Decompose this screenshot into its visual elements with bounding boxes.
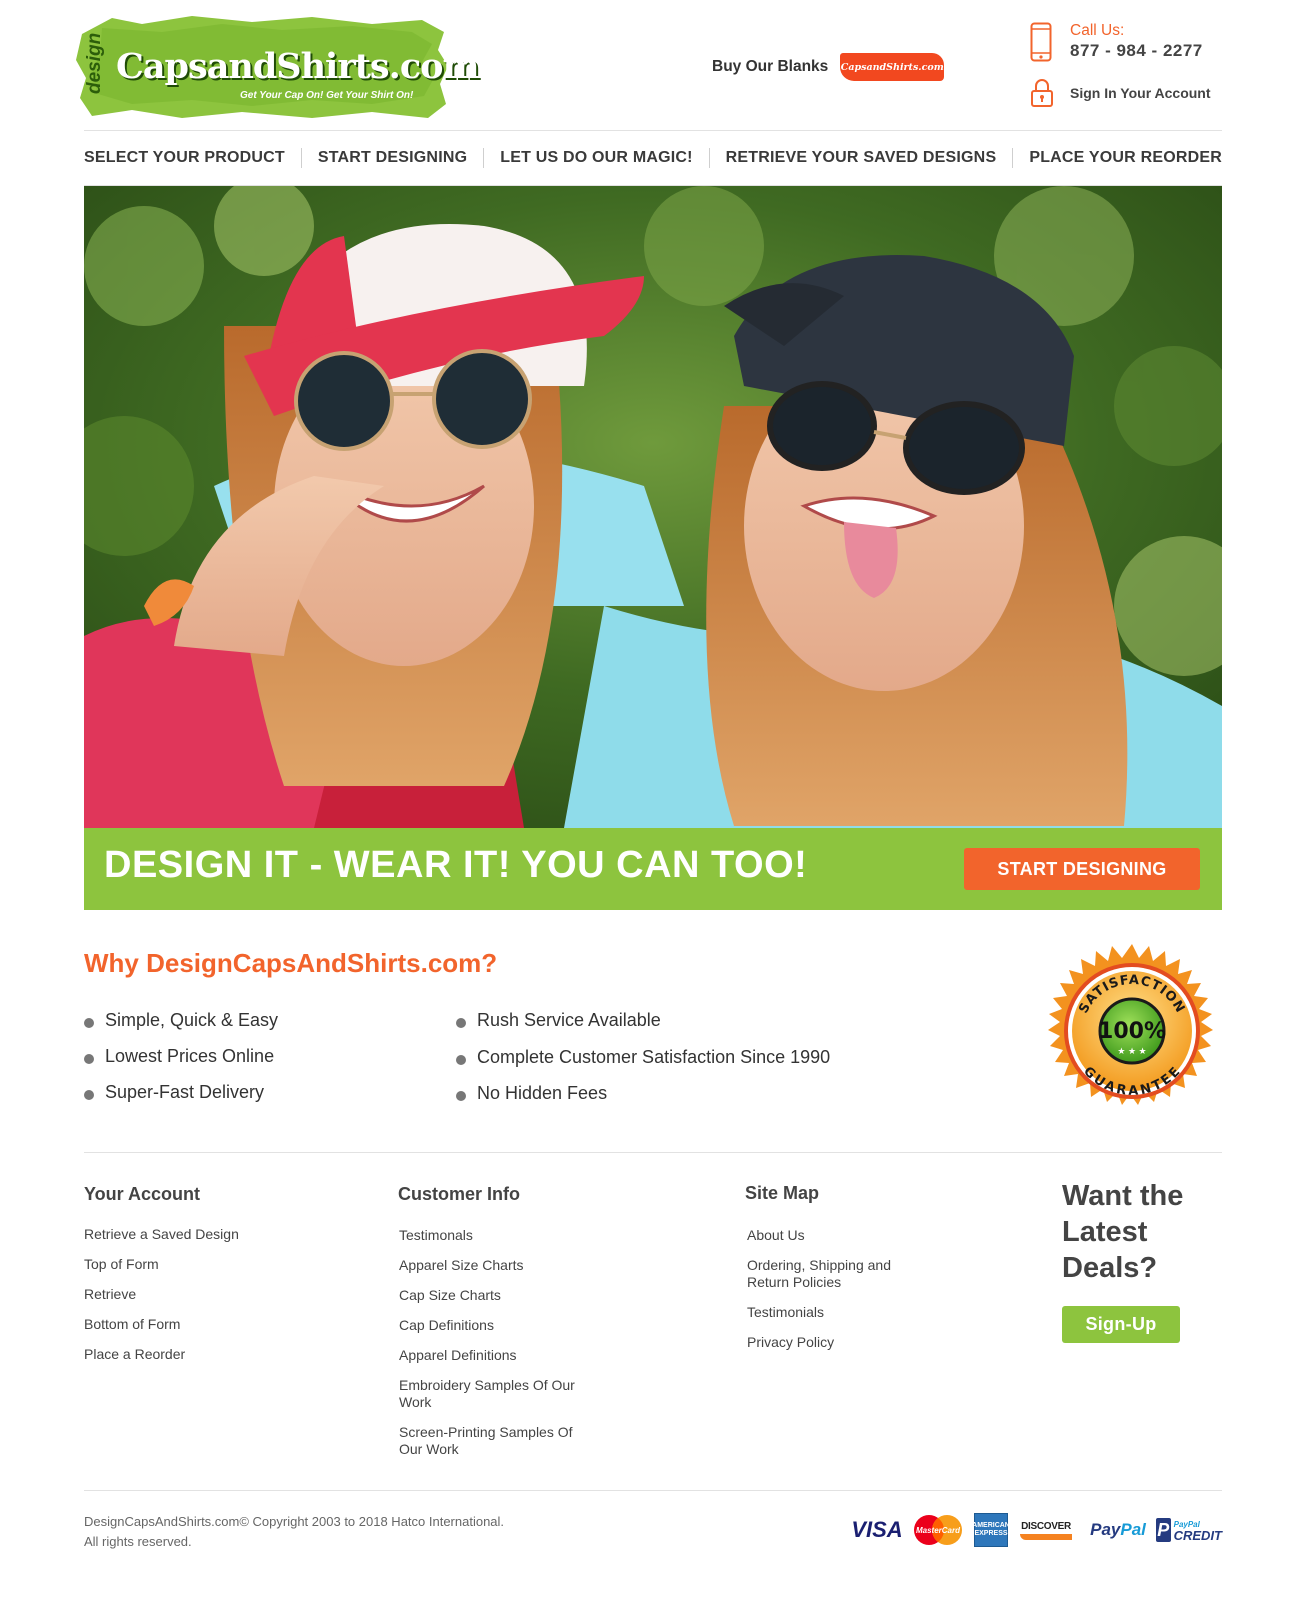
footer-link-ordering-policies[interactable]: Ordering, Shipping and Return Policies [747, 1257, 917, 1291]
satisfaction-guarantee-seal: SATISFACTION GUARANTEE 100% ★ ★ ★ [1040, 942, 1224, 1120]
nav-do-our-magic[interactable]: LET US DO OUR MAGIC! [500, 149, 692, 167]
paypal-text-a: Pay [1090, 1520, 1121, 1539]
why-title: Why DesignCapsAndShirts.com? [84, 948, 498, 978]
footer-link-apparel-definitions[interactable]: Apparel Definitions [399, 1347, 517, 1364]
call-us-label: Call Us: [1070, 22, 1125, 39]
customer-info-heading: Customer Info [398, 1184, 521, 1204]
footer-link-place-reorder[interactable]: Place a Reorder [84, 1346, 185, 1363]
footer-link-top-of-form[interactable]: Top of Form [84, 1256, 159, 1273]
feature-text: Simple, Quick & Easy [105, 1010, 279, 1030]
visa-icon: VISA [851, 1517, 903, 1542]
nav-start-designing[interactable]: START DESIGNING [318, 149, 467, 167]
bullet-icon [456, 1055, 466, 1065]
paypal-p-icon: P [1156, 1518, 1171, 1542]
hero-photo-two-girls-in-caps [84, 186, 1222, 828]
sign-in-link[interactable]: Sign In Your Account [1030, 78, 1230, 108]
copyright-line: DesignCapsAndShirts.com© Copyright 2003 … [84, 1514, 505, 1529]
main-nav: SELECT YOUR PRODUCT START DESIGNING LET … [84, 130, 1222, 186]
mastercard-icon: MasterCard [912, 1512, 964, 1548]
nav-divider [708, 148, 710, 168]
nav-divider [483, 148, 485, 168]
bullet-icon [84, 1018, 94, 1028]
footer-link-testimonials[interactable]: Testimonials [747, 1304, 824, 1321]
logo-tagline: Get Your Cap On! Get Your Shirt On! [240, 90, 414, 101]
paypal-icon: Pay Pal [1086, 1512, 1150, 1548]
site-logo[interactable]: design CapsandShirts.com Get Your Cap On… [72, 14, 480, 120]
footer-link-bottom-of-form[interactable]: Bottom of Form [84, 1316, 180, 1333]
seal-center-text: 100% [1098, 1019, 1166, 1044]
phone-icon [1030, 22, 1052, 62]
site-header: design CapsandShirts.com Get Your Cap On… [0, 0, 1300, 130]
section-divider [84, 1490, 1222, 1491]
feature-text: Super-Fast Delivery [105, 1082, 265, 1102]
guarantee-seal-icon: SATISFACTION GUARANTEE 100% ★ ★ ★ [1048, 944, 1213, 1105]
feature-text: No Hidden Fees [477, 1083, 608, 1103]
blanks-site-logo[interactable]: CapsandShirts.com [840, 53, 945, 81]
your-account-heading: Your Account [84, 1184, 200, 1204]
lock-icon [1031, 79, 1053, 107]
footer-link-about-us[interactable]: About Us [747, 1227, 805, 1244]
bullet-icon [84, 1090, 94, 1100]
amex-text: AMERICAN EXPRESS [972, 1522, 1010, 1537]
nav-place-reorder[interactable]: PLACE YOUR REORDER [1029, 149, 1222, 167]
sign-up-button[interactable]: Sign-Up [1062, 1306, 1180, 1343]
logo-prefix: design [84, 32, 105, 94]
footer-link-retrieve-saved-design[interactable]: Retrieve a Saved Design [84, 1226, 239, 1243]
footer-link-privacy-policy[interactable]: Privacy Policy [747, 1334, 834, 1351]
footer-link-testimonals[interactable]: Testimonals [399, 1227, 473, 1244]
phone-number[interactable]: 877 - 984 - 2277 [1070, 41, 1203, 61]
amex-icon: AMERICAN EXPRESS [972, 1513, 1010, 1547]
sign-in-label: Sign In Your Account [1070, 85, 1211, 101]
hero-headline: DESIGN IT - WEAR IT! YOU CAN TOO! [104, 844, 808, 886]
call-us[interactable]: Call Us: 877 - 984 - 2277 [1030, 20, 1230, 64]
footer-link-cap-size-charts[interactable]: Cap Size Charts [399, 1287, 501, 1304]
section-divider [84, 1152, 1222, 1153]
buy-blanks-link[interactable]: Buy Our Blanks CapsandShirts.com [712, 52, 945, 82]
paypal-credit-icon: P PayPal CREDIT [1156, 1512, 1222, 1548]
discover-icon: DISCOVER [1016, 1512, 1076, 1548]
discover-stripe [1020, 1533, 1072, 1540]
footer-link-retrieve[interactable]: Retrieve [84, 1286, 136, 1303]
feature-text: Complete Customer Satisfaction Since 199… [477, 1047, 831, 1067]
bullet-icon [84, 1054, 94, 1064]
discover-text: DISCOVER [1021, 1520, 1071, 1532]
feature-text: Lowest Prices Online [105, 1046, 275, 1066]
hero-banner: DESIGN IT - WEAR IT! YOU CAN TOO! START … [84, 828, 1222, 910]
footer-link-embroidery-samples[interactable]: Embroidery Samples Of Our Work [399, 1377, 579, 1411]
nav-select-product[interactable]: SELECT YOUR PRODUCT [84, 149, 285, 167]
site-map-heading: Site Map [745, 1183, 820, 1203]
bullet-icon [456, 1018, 466, 1028]
footer-link-apparel-size-charts[interactable]: Apparel Size Charts [399, 1257, 524, 1274]
copyright-line: All rights reserved. [84, 1534, 192, 1549]
logo-name: CapsandShirts.com [116, 46, 480, 87]
nav-retrieve-saved-designs[interactable]: RETRIEVE YOUR SAVED DESIGNS [726, 149, 997, 167]
hero-image [84, 186, 1222, 828]
buy-blanks-label: Buy Our Blanks [712, 58, 829, 75]
paypal-credit-text-b: CREDIT [1173, 1528, 1222, 1543]
nav-divider [300, 148, 302, 168]
bullet-icon [456, 1091, 466, 1101]
copyright: DesignCapsAndShirts.com© Copyright 2003 … [84, 1512, 604, 1552]
footer-link-cap-definitions[interactable]: Cap Definitions [399, 1317, 494, 1334]
seal-stars-icon: ★ ★ ★ [1117, 1046, 1146, 1056]
deals-heading: Want the Latest Deals? [1062, 1180, 1184, 1284]
start-designing-button[interactable]: START DESIGNING [964, 848, 1200, 890]
paypal-text-b: Pal [1120, 1520, 1146, 1539]
nav-divider [1012, 148, 1014, 168]
mastercard-text: MasterCard [916, 1526, 961, 1535]
feature-text: Rush Service Available [477, 1010, 661, 1030]
footer-link-screen-printing-samples[interactable]: Screen-Printing Samples Of Our Work [399, 1424, 579, 1458]
